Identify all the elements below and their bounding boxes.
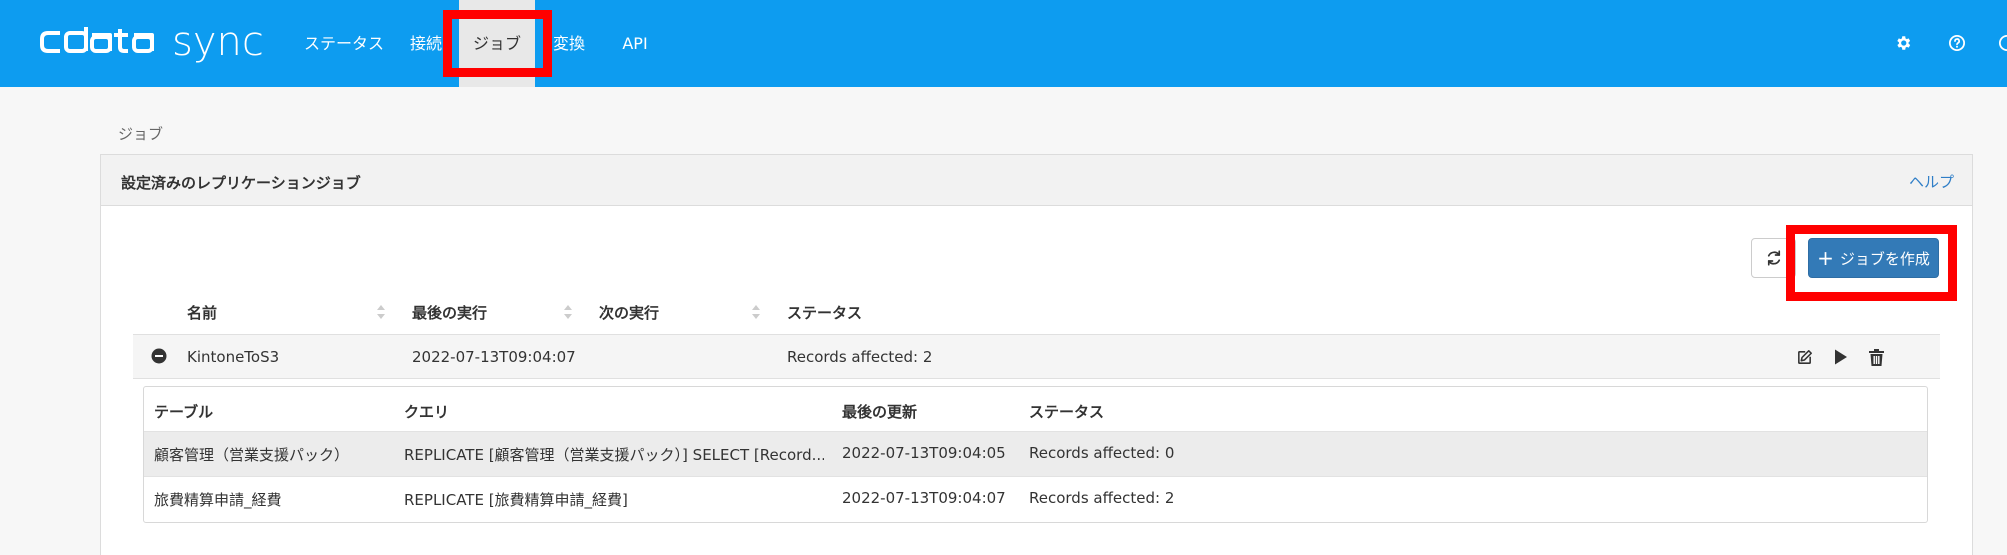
job-name[interactable]: KintoneToS3 [187,348,279,366]
column-header-status: ステータス [787,304,863,322]
help-icon[interactable] [1944,30,1970,56]
cdata-logo-mark [40,27,154,53]
detail-header-last-updated: 最後の更新 [842,403,918,421]
detail-last-updated: 2022-07-13T09:04:05 [842,444,1006,462]
job-last-run: 2022-07-13T09:04:07 [412,348,576,366]
user-icon[interactable] [1994,30,2007,56]
panel-header: 設定済みのレプリケーションジョブ ヘルプ [101,155,1972,206]
detail-status: Records affected: 2 [1029,489,1175,507]
detail-last-updated: 2022-07-13T09:04:07 [842,489,1006,507]
help-link[interactable]: ヘルプ [1909,171,1954,192]
detail-table-name: 旅費精算申請_経費 [154,491,282,509]
edit-icon[interactable] [1794,347,1814,367]
detail-header-table: テーブル [154,403,214,421]
play-icon[interactable] [1831,347,1851,367]
gear-icon[interactable] [1890,30,1916,56]
nav-status[interactable]: ステータス [300,0,388,87]
detail-header-status: ステータス [1029,403,1105,421]
breadcrumb: ジョブ [118,125,164,143]
collapse-icon[interactable] [151,348,167,364]
panel-title: 設定済みのレプリケーションジョブ [121,174,361,192]
cdata-sync-logo[interactable]: sync [40,18,264,66]
job-status: Records affected: 2 [787,348,933,366]
job-row[interactable] [133,334,1940,379]
detail-query: REPLICATE [旅費精算申請_経費] [404,491,628,509]
sort-icon[interactable] [563,303,573,321]
nav-transformations[interactable]: 変換 [547,0,591,87]
jobs-tab-highlight [443,10,552,77]
refresh-icon [1767,250,1780,266]
nav-api[interactable]: API [612,0,658,87]
column-header-next-run[interactable]: 次の実行 [599,302,659,323]
top-navbar: sync ステータス 接続 ジョブ 変換 API [0,0,2007,87]
column-header-name[interactable]: 名前 [187,302,217,323]
column-header-last-run[interactable]: 最後の実行 [412,302,487,323]
product-name: sync [172,19,264,65]
detail-header-query: クエリ [404,403,450,421]
detail-status: Records affected: 0 [1029,444,1175,462]
sort-icon[interactable] [376,303,386,321]
trash-icon[interactable] [1866,347,1886,367]
sort-icon[interactable] [751,303,761,321]
detail-query: REPLICATE [顧客管理（営業支援パック）] SELECT [Record… [404,446,824,464]
detail-table-name: 顧客管理（営業支援パック） [154,446,350,464]
create-button-highlight [1786,225,1957,301]
